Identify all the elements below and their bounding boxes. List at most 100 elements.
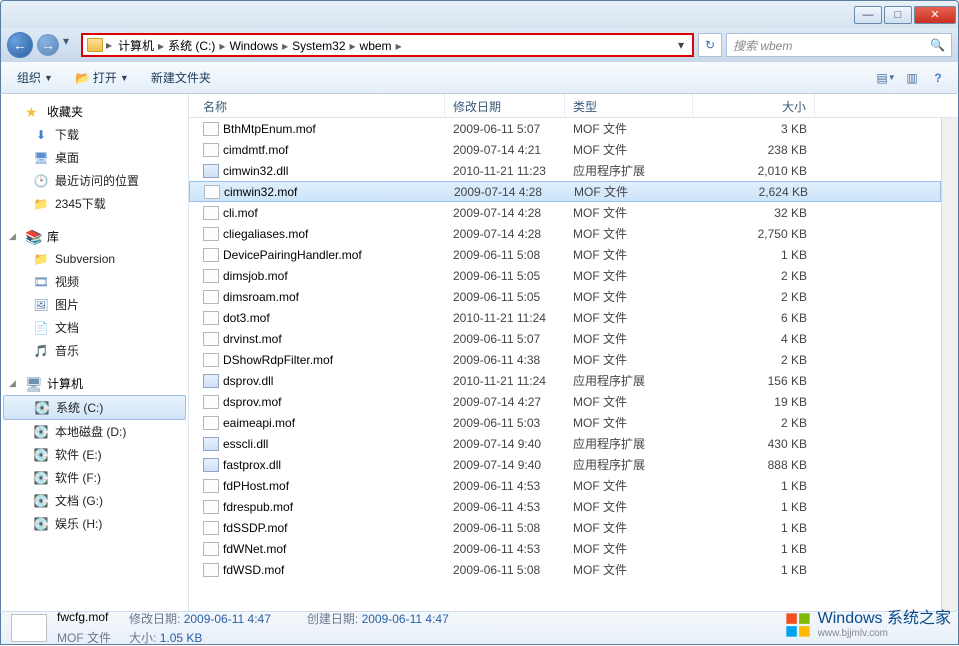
computer-header[interactable]: ◢🖥计算机: [1, 372, 188, 395]
file-row[interactable]: cli.mof2009-07-14 4:28MOF 文件32 KB: [189, 202, 941, 223]
sidebar-item[interactable]: 💽系统 (C:): [3, 395, 186, 420]
file-row[interactable]: dsprov.dll2010-11-21 11:24应用程序扩展156 KB: [189, 370, 941, 391]
sidebar-item[interactable]: 💽娱乐 (H:): [1, 512, 188, 535]
file-icon: [203, 542, 219, 556]
sidebar-item[interactable]: 🖥桌面: [1, 146, 188, 169]
sidebar-item[interactable]: ⬇下载: [1, 123, 188, 146]
file-date: 2009-06-11 5:08: [445, 563, 565, 577]
sidebar-item[interactable]: 📄文档: [1, 316, 188, 339]
file-row[interactable]: esscli.dll2009-07-14 9:40应用程序扩展430 KB: [189, 433, 941, 454]
file-row[interactable]: dimsjob.mof2009-06-11 5:05MOF 文件2 KB: [189, 265, 941, 286]
sidebar-item[interactable]: 🎞视频: [1, 270, 188, 293]
file-icon: [203, 143, 219, 157]
breadcrumb-item[interactable]: wbem: [357, 39, 395, 53]
breadcrumb-sep-icon[interactable]: ▸: [281, 39, 289, 53]
vertical-scrollbar[interactable]: [941, 118, 958, 611]
close-button[interactable]: ✕: [914, 6, 956, 24]
file-row[interactable]: fdrespub.mof2009-06-11 4:53MOF 文件1 KB: [189, 496, 941, 517]
breadcrumb-item[interactable]: 系统 (C:): [165, 39, 218, 53]
sidebar-item[interactable]: 📁Subversion: [1, 248, 188, 270]
file-type: MOF 文件: [565, 246, 693, 263]
sidebar-item[interactable]: 🖼图片: [1, 293, 188, 316]
breadcrumb-sep-icon[interactable]: ▸: [349, 39, 357, 53]
details-size-label: 大小:: [129, 631, 156, 645]
sidebar-item[interactable]: 📁2345下载: [1, 192, 188, 215]
sidebar-item[interactable]: 🎵音乐: [1, 339, 188, 362]
back-button[interactable]: ←: [7, 32, 33, 58]
organize-button[interactable]: 组织▼: [9, 66, 61, 89]
forward-button[interactable]: →: [37, 34, 59, 56]
file-icon: [203, 479, 219, 493]
details-created-label: 创建日期:: [307, 612, 358, 626]
breadcrumb-sep-icon[interactable]: ▸: [157, 39, 165, 53]
address-bar[interactable]: ▸ 计算机▸系统 (C:)▸Windows▸System32▸wbem▸ ▾: [81, 33, 694, 57]
file-date: 2009-07-14 4:27: [445, 395, 565, 409]
file-row[interactable]: dsprov.mof2009-07-14 4:27MOF 文件19 KB: [189, 391, 941, 412]
file-row[interactable]: cimwin32.mof2009-07-14 4:28MOF 文件2,624 K…: [189, 181, 941, 202]
details-created-value: 2009-06-11 4:47: [362, 612, 449, 626]
file-type: 应用程序扩展: [565, 435, 693, 452]
toolbar: 组织▼ 📂打开▼ 新建文件夹 ▤▼ ▥ ?: [0, 62, 959, 94]
file-size: 2 KB: [693, 269, 815, 283]
file-row[interactable]: fdWSD.mof2009-06-11 5:08MOF 文件1 KB: [189, 559, 941, 580]
file-name: BthMtpEnum.mof: [223, 122, 316, 136]
minimize-button[interactable]: —: [854, 6, 882, 24]
sidebar-item[interactable]: 💽软件 (E:): [1, 443, 188, 466]
file-list-pane: 名称 修改日期 类型 大小 BthMtpEnum.mof2009-06-11 5…: [189, 94, 958, 611]
file-row[interactable]: fdSSDP.mof2009-06-11 5:08MOF 文件1 KB: [189, 517, 941, 538]
watermark-title: Windows 系统之家: [818, 610, 951, 628]
file-type: MOF 文件: [565, 477, 693, 494]
column-size[interactable]: 大小: [693, 94, 815, 117]
column-date[interactable]: 修改日期: [445, 94, 565, 117]
breadcrumb-item[interactable]: Windows: [226, 39, 281, 53]
file-rows[interactable]: BthMtpEnum.mof2009-06-11 5:07MOF 文件3 KBc…: [189, 118, 941, 611]
sidebar-item-label: 系统 (C:): [56, 399, 103, 416]
file-row[interactable]: cimdmtf.mof2009-07-14 4:21MOF 文件238 KB: [189, 139, 941, 160]
libraries-header[interactable]: ◢📚库: [1, 225, 188, 248]
file-type: MOF 文件: [565, 330, 693, 347]
favorites-header[interactable]: ★收藏夹: [1, 100, 188, 123]
breadcrumb-sep-icon: ▸: [105, 38, 113, 52]
libraries-group: ◢📚库 📁Subversion🎞视频🖼图片📄文档🎵音乐: [1, 225, 188, 362]
file-name: drvinst.mof: [223, 332, 282, 346]
file-row[interactable]: fdPHost.mof2009-06-11 4:53MOF 文件1 KB: [189, 475, 941, 496]
sidebar-item-label: 文档 (G:): [55, 492, 103, 509]
file-row[interactable]: cimwin32.dll2010-11-21 11:23应用程序扩展2,010 …: [189, 160, 941, 181]
file-row[interactable]: drvinst.mof2009-06-11 5:07MOF 文件4 KB: [189, 328, 941, 349]
open-button[interactable]: 📂打开▼: [67, 66, 137, 89]
address-dropdown-icon[interactable]: ▾: [674, 38, 688, 52]
search-input[interactable]: 搜索 wbem 🔍: [726, 33, 952, 57]
sidebar-item[interactable]: 💽软件 (F:): [1, 466, 188, 489]
help-button[interactable]: ?: [926, 67, 950, 89]
file-icon: [203, 311, 219, 325]
file-row[interactable]: DShowRdpFilter.mof2009-06-11 4:38MOF 文件2…: [189, 349, 941, 370]
file-type: MOF 文件: [565, 540, 693, 557]
new-folder-button[interactable]: 新建文件夹: [143, 66, 219, 89]
file-row[interactable]: eaimeapi.mof2009-06-11 5:03MOF 文件2 KB: [189, 412, 941, 433]
column-name[interactable]: 名称: [189, 94, 445, 117]
file-row[interactable]: fdWNet.mof2009-06-11 4:53MOF 文件1 KB: [189, 538, 941, 559]
breadcrumb-item[interactable]: System32: [289, 39, 348, 53]
file-row[interactable]: DevicePairingHandler.mof2009-06-11 5:08M…: [189, 244, 941, 265]
sidebar-item-icon: 🎞: [33, 274, 49, 290]
maximize-button[interactable]: □: [884, 6, 912, 24]
file-row[interactable]: BthMtpEnum.mof2009-06-11 5:07MOF 文件3 KB: [189, 118, 941, 139]
sidebar-item[interactable]: 💽本地磁盘 (D:): [1, 420, 188, 443]
file-row[interactable]: dimsroam.mof2009-06-11 5:05MOF 文件2 KB: [189, 286, 941, 307]
breadcrumb-sep-icon[interactable]: ▸: [395, 39, 403, 53]
column-type[interactable]: 类型: [565, 94, 693, 117]
file-row[interactable]: dot3.mof2010-11-21 11:24MOF 文件6 KB: [189, 307, 941, 328]
view-options-button[interactable]: ▤▼: [874, 67, 898, 89]
file-row[interactable]: fastprox.dll2009-07-14 9:40应用程序扩展888 KB: [189, 454, 941, 475]
preview-pane-button[interactable]: ▥: [900, 67, 924, 89]
breadcrumb-item[interactable]: 计算机: [115, 39, 157, 53]
sidebar-item[interactable]: 🕑最近访问的位置: [1, 169, 188, 192]
refresh-button[interactable]: ↻: [698, 33, 722, 57]
sidebar-item[interactable]: 💽文档 (G:): [1, 489, 188, 512]
file-size: 4 KB: [693, 332, 815, 346]
file-type: MOF 文件: [565, 414, 693, 431]
nav-history-dropdown[interactable]: ▾: [63, 34, 77, 56]
sidebar-item-icon: 📄: [33, 320, 49, 336]
file-size: 3 KB: [693, 122, 815, 136]
file-row[interactable]: cliegaliases.mof2009-07-14 4:28MOF 文件2,7…: [189, 223, 941, 244]
